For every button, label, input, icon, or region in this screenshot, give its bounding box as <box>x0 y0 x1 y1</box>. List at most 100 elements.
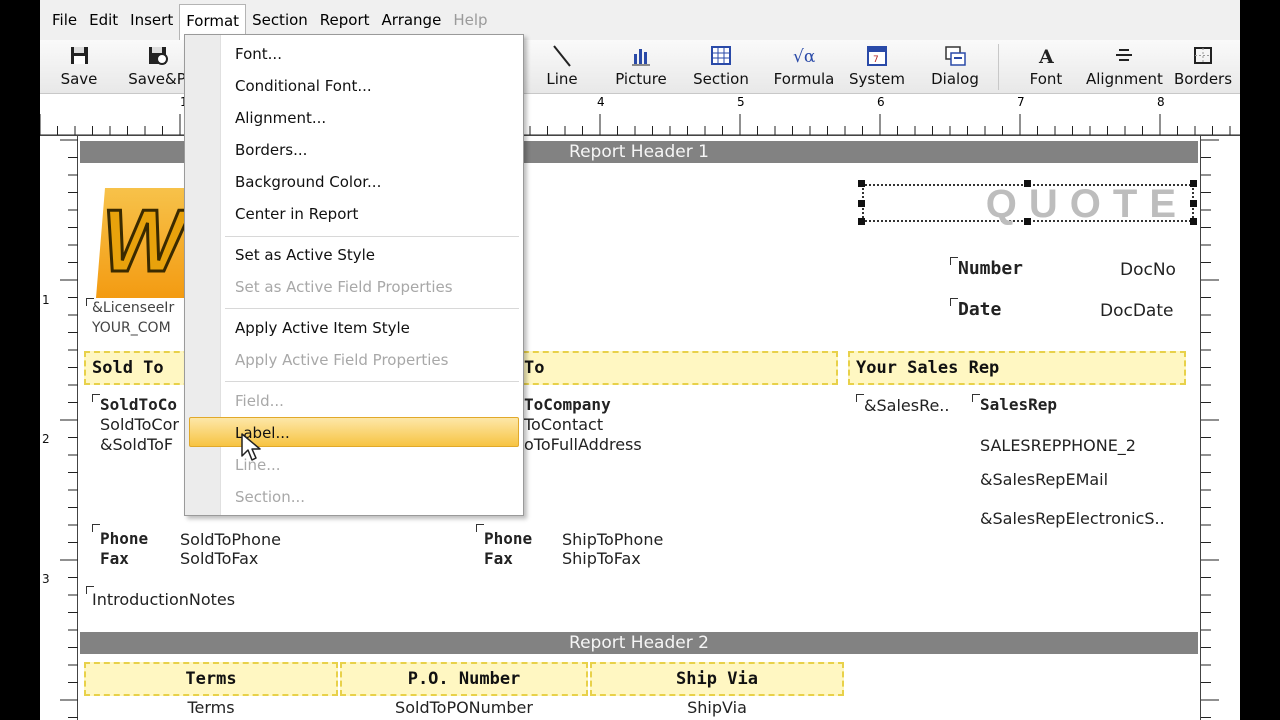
menu-edit[interactable]: Edit <box>83 0 124 40</box>
sqrt-alpha-icon: √α <box>793 47 816 67</box>
ruler-number: 7 <box>1017 95 1025 109</box>
ship-to-phone-label[interactable]: Phone <box>484 529 532 548</box>
resize-handle[interactable] <box>1024 218 1031 225</box>
sold-to-phone-field[interactable]: SoldToPhone <box>180 530 281 549</box>
vruler-ticks-right <box>1201 139 1219 718</box>
vertical-ruler-left: 1 2 3 <box>42 136 78 720</box>
line-button[interactable]: Line <box>528 40 596 94</box>
resize-handle[interactable] <box>858 218 865 225</box>
menu-item-set-active-field-properties[interactable]: Set as Active Field Properties <box>235 272 453 302</box>
field-corner <box>92 394 100 402</box>
save-button[interactable]: Save <box>48 40 110 94</box>
menu-file[interactable]: File <box>46 0 83 40</box>
menu-item-borders[interactable]: Borders... <box>235 135 307 165</box>
ruler-number: 4 <box>597 95 605 109</box>
dialog-window-icon <box>945 46 966 66</box>
bar-chart-icon <box>632 49 650 66</box>
sold-to-phone-label[interactable]: Phone <box>100 529 148 548</box>
menu-item-center-in-report[interactable]: Center in Report <box>235 199 358 229</box>
sales-rep-email-field[interactable]: &SalesRepEMail <box>980 470 1108 489</box>
vruler-ticks-left <box>60 139 78 718</box>
resize-handle[interactable] <box>1190 218 1197 225</box>
ruler-number: 6 <box>877 95 885 109</box>
doc-date-field[interactable]: DocDate <box>1100 301 1173 321</box>
grid-table-icon <box>711 46 731 65</box>
resize-handle[interactable] <box>1024 180 1031 187</box>
doc-number-field[interactable]: DocNo <box>1120 260 1176 280</box>
menu-item-section[interactable]: Section... <box>235 482 305 512</box>
sales-rep-phone-field[interactable]: SALESREPPHONE_2 <box>980 436 1136 455</box>
sold-to-header-label: Sold To <box>92 358 164 378</box>
menu-item-apply-active-item-style[interactable]: Apply Active Item Style <box>235 313 410 343</box>
menu-item-alignment[interactable]: Alignment... <box>235 103 326 133</box>
ship-to-contact-field[interactable]: ToContact <box>524 415 603 434</box>
sold-to-contact-field[interactable]: SoldToCor <box>100 415 179 434</box>
field-corner <box>856 394 864 402</box>
picture-label: Picture <box>615 70 667 88</box>
date-label[interactable]: Date <box>958 299 1001 320</box>
sales-rep-header[interactable]: Your Sales Rep <box>848 351 1186 385</box>
ruler-number: 8 <box>1157 95 1165 109</box>
formula-button[interactable]: √α Formula <box>762 40 846 94</box>
po-number-field[interactable]: SoldToPONumber <box>340 698 588 717</box>
menu-item-field[interactable]: Field... <box>235 386 284 416</box>
format-dropdown-menu: Font... Conditional Font... Alignment...… <box>184 34 524 516</box>
sold-to-company-field[interactable]: SoldToCo <box>100 395 177 414</box>
vruler-number: 2 <box>42 432 50 446</box>
company-name-field[interactable]: YOUR_COM <box>92 320 171 336</box>
sales-rep-field[interactable]: SalesRep <box>980 395 1057 414</box>
terms-header[interactable]: Terms <box>84 662 338 696</box>
menu-item-conditional-font[interactable]: Conditional Font... <box>235 71 372 101</box>
number-label[interactable]: Number <box>958 258 1023 279</box>
resize-handle[interactable] <box>1190 180 1197 187</box>
dialog-label: Dialog <box>931 70 979 88</box>
po-number-header[interactable]: P.O. Number <box>340 662 588 696</box>
licensee-name-field[interactable]: &LicenseeIr <box>92 300 174 316</box>
system-button[interactable]: 7 System <box>842 40 912 94</box>
quote-title-label[interactable]: QUOTE <box>862 184 1194 224</box>
sales-rep-electronic-sig-field[interactable]: &SalesRepElectronicS.. <box>980 509 1165 528</box>
font-button[interactable]: A Font <box>1010 40 1082 94</box>
ship-to-fax-field[interactable]: ShipToFax <box>562 549 641 568</box>
terms-field[interactable]: Terms <box>84 698 338 717</box>
ship-to-company-field[interactable]: ToCompany <box>524 395 611 414</box>
menu-item-font[interactable]: Font... <box>235 39 282 69</box>
field-corner <box>92 524 100 532</box>
line-icon <box>553 45 571 67</box>
introduction-notes-field[interactable]: IntroductionNotes <box>92 590 235 609</box>
menu-separator <box>225 236 519 237</box>
ship-to-phone-field[interactable]: ShipToPhone <box>562 530 663 549</box>
ship-via-header[interactable]: Ship Via <box>590 662 844 696</box>
menu-item-background-color[interactable]: Background Color... <box>235 167 381 197</box>
alignment-button[interactable]: Alignment <box>1086 40 1163 94</box>
sold-to-fax-label[interactable]: Fax <box>100 549 129 568</box>
sold-to-address-field[interactable]: &SoldToF <box>100 435 173 454</box>
report-header-2-band[interactable]: Report Header 2 <box>80 632 1198 654</box>
menu-item-set-active-style[interactable]: Set as Active Style <box>235 240 375 270</box>
ship-to-fax-label[interactable]: Fax <box>484 549 513 568</box>
save-and-preview-button[interactable]: Save&P <box>126 40 188 94</box>
formula-label: Formula <box>773 70 835 88</box>
ship-via-field[interactable]: ShipVia <box>590 698 844 717</box>
ship-to-address-field[interactable]: oToFullAddress <box>524 435 642 454</box>
resize-handle[interactable] <box>1190 200 1197 207</box>
vertical-ruler-right <box>1200 136 1222 720</box>
picture-button[interactable]: Picture <box>604 40 678 94</box>
dialog-button[interactable]: Dialog <box>920 40 990 94</box>
borders-button[interactable]: Borders <box>1168 40 1238 94</box>
resize-handle[interactable] <box>858 180 865 187</box>
floppy-disk-icon <box>71 47 88 64</box>
logo-letter: W <box>100 191 186 290</box>
vruler-number: 3 <box>42 572 50 586</box>
field-corner <box>950 257 958 265</box>
alignment-label: Alignment <box>1086 70 1163 88</box>
company-logo[interactable]: W <box>96 188 186 298</box>
resize-handle[interactable] <box>858 200 865 207</box>
line-label: Line <box>546 70 578 88</box>
menu-insert[interactable]: Insert <box>124 0 179 40</box>
section-button[interactable]: Section <box>684 40 758 94</box>
sold-to-fax-field[interactable]: SoldToFax <box>180 549 258 568</box>
sales-rep-short-field[interactable]: &SalesRe.. <box>864 396 949 415</box>
menu-item-apply-active-field-properties[interactable]: Apply Active Field Properties <box>235 345 448 375</box>
vruler-number: 1 <box>42 293 50 307</box>
